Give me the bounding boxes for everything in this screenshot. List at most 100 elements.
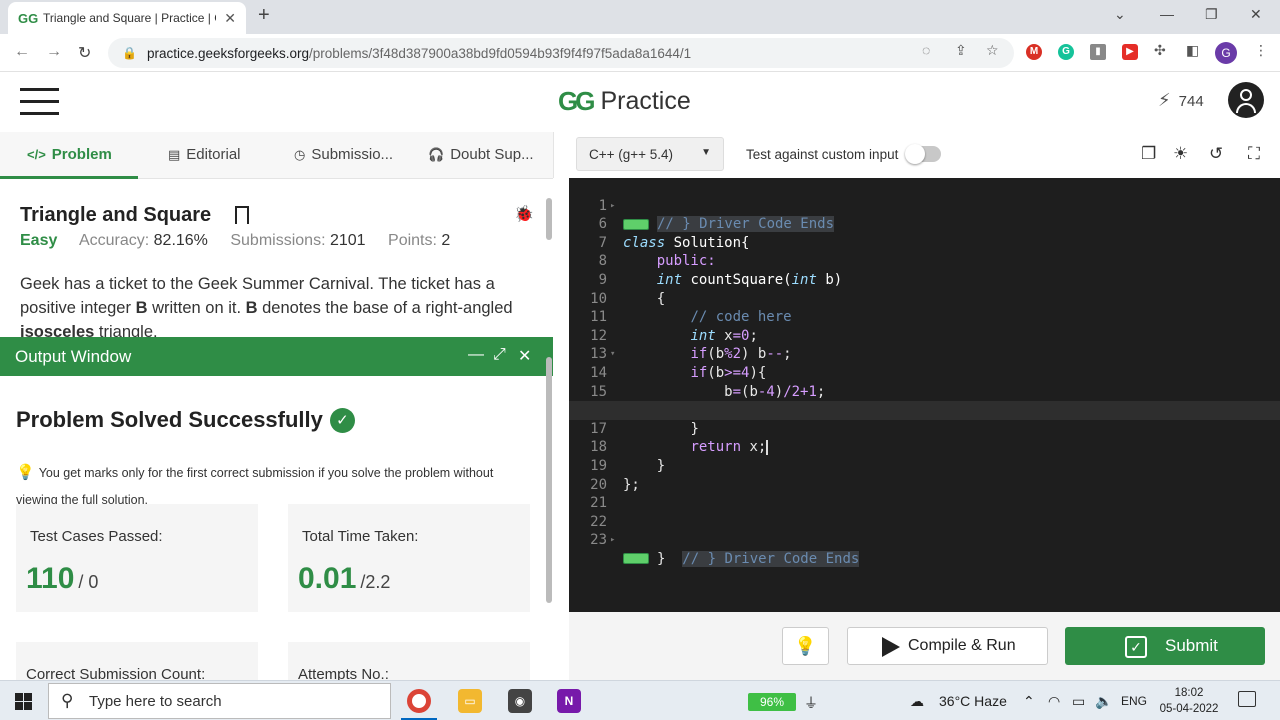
code-line[interactable]: 15 x=b*(b+1)/2; — [569, 364, 1280, 419]
windows-start-icon[interactable] — [15, 693, 32, 710]
plug-icon: ⏚ — [804, 695, 818, 711]
weather-text[interactable]: 36°C Haze — [939, 693, 1007, 709]
code-line[interactable]: 6 class Solution{ — [569, 197, 1280, 251]
close-window-icon[interactable]: ✕ — [1250, 6, 1262, 23]
bars-extension-icon[interactable]: ▮ — [1090, 44, 1106, 60]
minimize-output-icon[interactable]: — — [468, 346, 484, 364]
extensions-puzzle-icon[interactable]: ✣ — [1154, 42, 1166, 59]
line-number: 23 — [590, 532, 607, 549]
weather-haze-icon[interactable]: ☁ — [910, 693, 924, 710]
chrome-app-icon[interactable] — [407, 689, 431, 713]
difficulty-badge: Easy — [20, 232, 58, 249]
code-line[interactable]: 1 ▸ // } Driver Code Ends — [569, 178, 1280, 233]
code-line[interactable]: 20 — [569, 457, 1280, 493]
profile-avatar[interactable]: G — [1215, 42, 1237, 64]
taskbar-search-input[interactable]: ⚲ Type here to search — [48, 683, 391, 719]
copy-layout-icon[interactable]: ❐ — [1141, 144, 1156, 164]
user-avatar-icon[interactable] — [1228, 82, 1264, 118]
tab-problem[interactable]: </> Problem — [27, 146, 112, 163]
test-cases-total: / 0 — [78, 572, 99, 592]
tab-editorial[interactable]: ▤ Editorial — [168, 146, 241, 163]
points-value: 2 — [441, 232, 451, 249]
new-tab-icon[interactable]: + — [258, 4, 270, 27]
battery-icon[interactable]: ▭ — [1072, 693, 1085, 710]
tab-submissions[interactable]: ◷ Submissio... — [294, 146, 393, 163]
star-icon[interactable]: ☆ — [986, 42, 999, 59]
gfg-logo[interactable]: GG Practice — [558, 86, 691, 117]
reload-icon[interactable]: ↻ — [78, 43, 91, 63]
hint-button[interactable]: 💡 — [782, 627, 829, 665]
notifications-icon[interactable] — [1238, 691, 1256, 707]
file-explorer-icon[interactable]: ▭ — [458, 689, 482, 713]
minimize-icon[interactable]: — — [1160, 6, 1174, 22]
code-line[interactable]: 21 — [569, 476, 1280, 511]
fold-arrow-icon[interactable]: ▸ — [610, 531, 615, 550]
restore-icon[interactable]: ❐ — [1205, 6, 1218, 23]
browser-tabstrip: GG Triangle and Square | Practice | G ✕ … — [0, 0, 1280, 34]
browser-tab[interactable]: GG Triangle and Square | Practice | G ✕ — [8, 2, 246, 34]
onenote-app-icon[interactable]: N — [557, 689, 581, 713]
code-line[interactable]: 9 { — [569, 252, 1280, 307]
code-line[interactable]: 18 } — [569, 420, 1280, 474]
address-bar: ← → ↻ 🔒 practice.geeksforgeeks.org/probl… — [0, 34, 1280, 72]
browser-menu-icon[interactable]: ⋮ — [1254, 42, 1268, 59]
tab-label: Editorial — [186, 146, 241, 163]
code-line[interactable]: 11 int x=0; — [569, 290, 1280, 344]
back-icon[interactable]: ← — [14, 43, 30, 61]
search-placeholder: Type here to search — [89, 692, 222, 710]
code-line[interactable]: 8 int countSquare(int b) — [569, 234, 1280, 288]
grammarly-extension-icon[interactable]: G — [1058, 44, 1074, 60]
share-icon[interactable]: ⇪ — [955, 42, 967, 59]
document-icon: ▤ — [168, 147, 181, 162]
report-bug-icon[interactable]: 🐞 — [514, 204, 534, 224]
taskbar-clock[interactable]: 18:02 05-04-2022 — [1152, 685, 1226, 717]
submissions-label: Submissions: — [230, 232, 326, 249]
code-line[interactable]: 23 ▸ } // } Driver Code Ends — [569, 513, 1280, 567]
code-editor[interactable]: 1 ▸ // } Driver Code Ends 6 class Solutio… — [569, 178, 1280, 612]
eye-off-icon[interactable]: ◌ — [922, 42, 930, 58]
custom-input-toggle[interactable] — [905, 144, 941, 164]
youtube-extension-icon[interactable]: ▶ — [1122, 44, 1138, 60]
code-line[interactable]: 19 }; — [569, 438, 1280, 493]
hamburger-menu-icon[interactable] — [20, 88, 59, 115]
collapsed-code-badge[interactable] — [623, 553, 649, 565]
tab-search-icon[interactable]: ⌄ — [1114, 6, 1126, 23]
code-line-active[interactable]: 17 return x; — [569, 401, 1280, 455]
close-tab-icon[interactable]: ✕ — [224, 10, 236, 27]
points-label: Points: — [388, 232, 437, 249]
compile-run-button[interactable]: Compile & Run — [847, 627, 1048, 665]
theme-sun-icon[interactable]: ☀ — [1173, 144, 1188, 164]
code-line[interactable]: 12 if(b%2) b--; — [569, 308, 1280, 363]
reset-code-icon[interactable]: ↺ — [1209, 144, 1223, 164]
accuracy-value: 82.16% — [153, 232, 208, 249]
wifi-icon[interactable]: ◠ — [1048, 693, 1060, 710]
streak-counter[interactable]: ⚡ 744 — [1158, 90, 1204, 111]
problem-scrollbar[interactable] — [546, 198, 552, 240]
url-input[interactable]: 🔒 practice.geeksforgeeks.org/problems/3f… — [108, 38, 1014, 68]
volume-icon[interactable]: 🔈 — [1095, 693, 1112, 710]
tab-doubt-support[interactable]: 🎧 Doubt Sup... — [428, 146, 534, 163]
code-line[interactable]: 16 } — [569, 383, 1280, 437]
output-scrollbar[interactable] — [546, 357, 552, 603]
compile-run-label: Compile & Run — [908, 637, 1016, 654]
problem-description: Geek has a ticket to the Geek Summer Car… — [20, 275, 513, 341]
code-line[interactable]: 7 public: — [569, 215, 1280, 270]
test-cases-passed: 110 — [26, 562, 75, 595]
code-line[interactable]: 13 ▾ if(b>=4){ — [569, 327, 1280, 381]
gmail-extension-icon[interactable]: M — [1026, 44, 1042, 60]
show-hidden-icons-icon[interactable]: ⌃ — [1023, 693, 1035, 710]
language-select[interactable]: C++ (g++ 5.4) ▼ — [576, 137, 724, 171]
camera-app-icon[interactable]: ◉ — [508, 689, 532, 713]
code-line[interactable]: 22 — [569, 494, 1280, 530]
language-indicator[interactable]: ENG — [1121, 694, 1147, 708]
side-panel-icon[interactable]: ◧ — [1186, 42, 1199, 59]
close-output-icon[interactable]: ✕ — [518, 346, 531, 366]
forward-icon[interactable]: → — [46, 43, 62, 61]
code-line[interactable]: 10 // code here — [569, 271, 1280, 326]
code-line[interactable]: 14 b=(b-4)/2+1; — [569, 345, 1280, 400]
fullscreen-icon[interactable]: ⛶ — [1248, 144, 1260, 164]
expand-output-icon[interactable]: ⤢ — [493, 346, 506, 364]
bookmark-icon[interactable] — [235, 206, 249, 224]
submit-button[interactable]: ✓ Submit — [1065, 627, 1265, 665]
battery-indicator[interactable]: 96% — [748, 693, 796, 711]
